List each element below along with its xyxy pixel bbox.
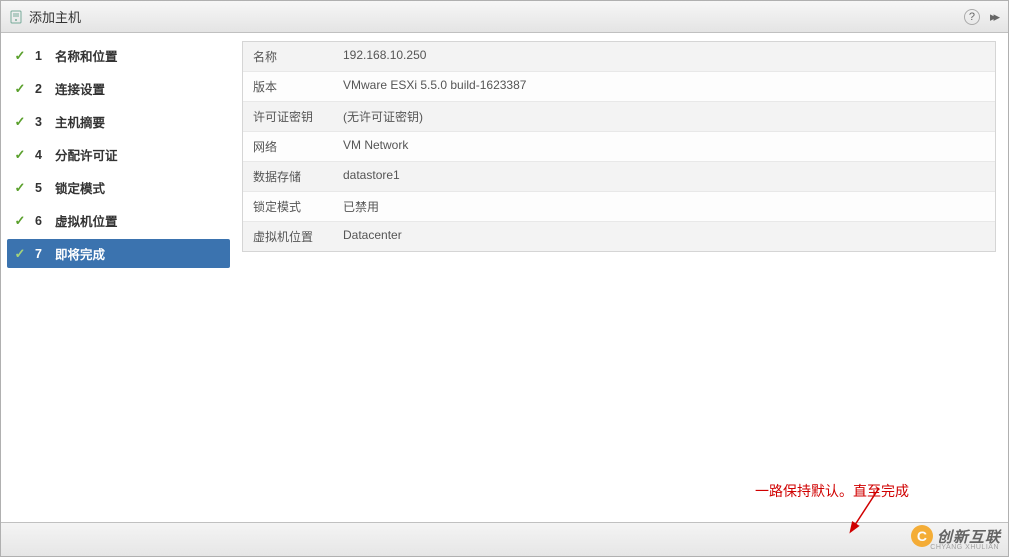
step-label: 即将完成 xyxy=(55,244,105,263)
checkmark-icon: ✓ xyxy=(13,246,27,262)
summary-key: 数据存储 xyxy=(243,162,333,191)
step-number: 5 xyxy=(35,181,47,195)
dialog-title: 添加主机 xyxy=(29,7,958,26)
collapse-icon[interactable]: ▸▸ xyxy=(990,9,1000,25)
summary-value: Datacenter xyxy=(333,222,995,251)
step-number: 3 xyxy=(35,115,47,129)
summary-row-network: 网络 VM Network xyxy=(243,132,995,162)
checkmark-icon: ✓ xyxy=(13,180,27,196)
dialog-footer xyxy=(1,522,1008,556)
summary-value: VMware ESXi 5.5.0 build-1623387 xyxy=(333,72,995,101)
summary-key: 许可证密钥 xyxy=(243,102,333,131)
step-name-location[interactable]: ✓ 1 名称和位置 xyxy=(7,41,230,70)
step-ready-complete[interactable]: ✓ 7 即将完成 xyxy=(7,239,230,268)
summary-value: 192.168.10.250 xyxy=(333,42,995,71)
host-icon xyxy=(9,10,23,24)
watermark: C 创新互联 CHYANG XHULIAN xyxy=(911,525,1001,547)
summary-row-vm-location: 虚拟机位置 Datacenter xyxy=(243,222,995,251)
step-label: 锁定模式 xyxy=(55,178,105,197)
summary-value: datastore1 xyxy=(333,162,995,191)
step-label: 连接设置 xyxy=(55,79,105,98)
summary-row-datastore: 数据存储 datastore1 xyxy=(243,162,995,192)
step-label: 名称和位置 xyxy=(55,46,118,65)
summary-value: (无许可证密钥) xyxy=(333,102,995,131)
step-lockdown-mode[interactable]: ✓ 5 锁定模式 xyxy=(7,173,230,202)
annotation-text: 一路保持默认。直至完成 xyxy=(755,481,909,501)
step-label: 虚拟机位置 xyxy=(55,211,118,230)
summary-content: 名称 192.168.10.250 版本 VMware ESXi 5.5.0 b… xyxy=(236,33,1008,522)
summary-key: 锁定模式 xyxy=(243,192,333,221)
summary-key: 名称 xyxy=(243,42,333,71)
dialog-titlebar: 添加主机 ? ▸▸ xyxy=(1,1,1008,33)
checkmark-icon: ✓ xyxy=(13,147,27,163)
summary-row-lockdown: 锁定模式 已禁用 xyxy=(243,192,995,222)
help-icon[interactable]: ? xyxy=(964,9,980,25)
step-number: 4 xyxy=(35,148,47,162)
dialog-body: ✓ 1 名称和位置 ✓ 2 连接设置 ✓ 3 主机摘要 ✓ 4 分配许可证 ✓ xyxy=(1,33,1008,522)
step-assign-license[interactable]: ✓ 4 分配许可证 xyxy=(7,140,230,169)
step-number: 1 xyxy=(35,49,47,63)
summary-key: 虚拟机位置 xyxy=(243,222,333,251)
step-host-summary[interactable]: ✓ 3 主机摘要 xyxy=(7,107,230,136)
step-vm-location[interactable]: ✓ 6 虚拟机位置 xyxy=(7,206,230,235)
step-label: 主机摘要 xyxy=(55,112,105,131)
checkmark-icon: ✓ xyxy=(13,213,27,229)
step-number: 7 xyxy=(35,247,47,261)
step-number: 2 xyxy=(35,82,47,96)
step-label: 分配许可证 xyxy=(55,145,118,164)
summary-key: 网络 xyxy=(243,132,333,161)
wizard-steps-sidebar: ✓ 1 名称和位置 ✓ 2 连接设置 ✓ 3 主机摘要 ✓ 4 分配许可证 ✓ xyxy=(1,33,236,522)
checkmark-icon: ✓ xyxy=(13,81,27,97)
checkmark-icon: ✓ xyxy=(13,48,27,64)
summary-key: 版本 xyxy=(243,72,333,101)
summary-row-license: 许可证密钥 (无许可证密钥) xyxy=(243,102,995,132)
add-host-dialog: 添加主机 ? ▸▸ ✓ 1 名称和位置 ✓ 2 连接设置 ✓ 3 主机摘要 ✓ … xyxy=(0,0,1009,557)
summary-row-name: 名称 192.168.10.250 xyxy=(243,42,995,72)
summary-row-version: 版本 VMware ESXi 5.5.0 build-1623387 xyxy=(243,72,995,102)
summary-value: 已禁用 xyxy=(333,192,995,221)
step-connection-settings[interactable]: ✓ 2 连接设置 xyxy=(7,74,230,103)
watermark-subtext: CHYANG XHULIAN xyxy=(930,544,999,551)
summary-table: 名称 192.168.10.250 版本 VMware ESXi 5.5.0 b… xyxy=(242,41,996,252)
checkmark-icon: ✓ xyxy=(13,114,27,130)
step-number: 6 xyxy=(35,214,47,228)
summary-value: VM Network xyxy=(333,132,995,161)
